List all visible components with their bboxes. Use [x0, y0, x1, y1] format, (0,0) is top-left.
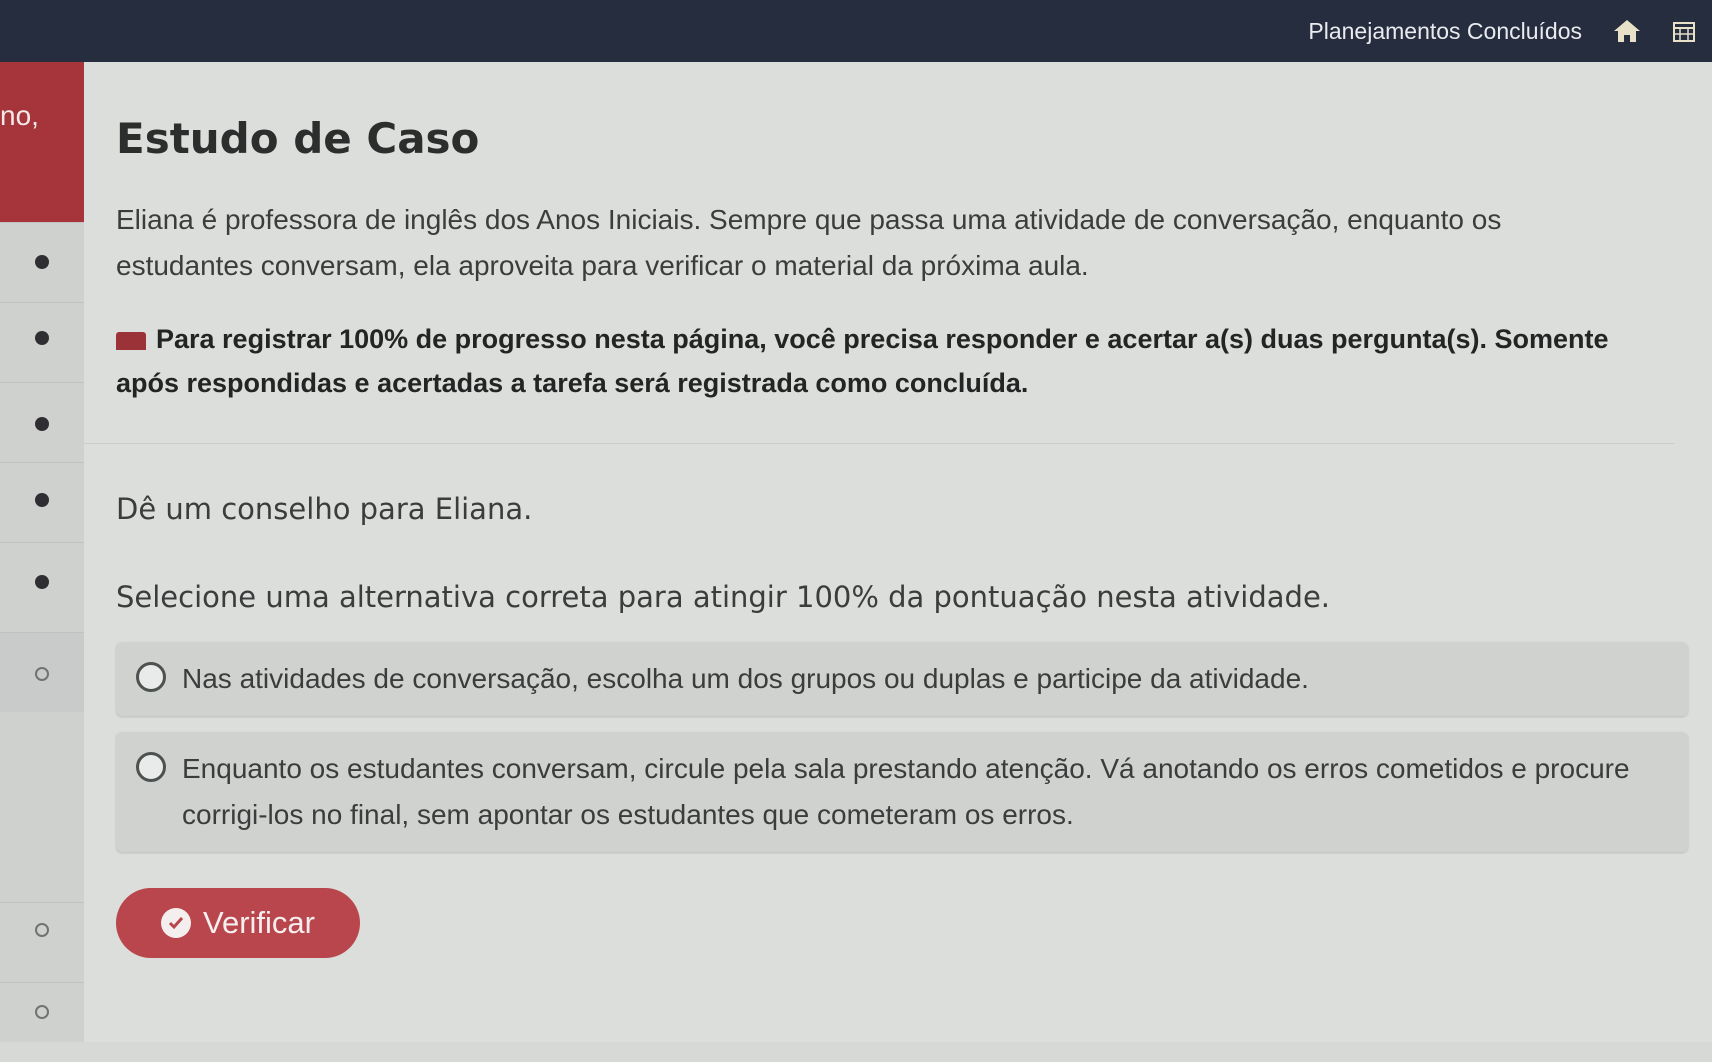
completed-step-dot	[35, 417, 49, 431]
sidebar-step-2[interactable]	[0, 302, 84, 382]
completed-step-dot	[35, 493, 49, 507]
pending-step-dot	[35, 923, 49, 937]
verify-button[interactable]: Verificar	[116, 888, 360, 958]
planejamentos-concluidos-link[interactable]: Planejamentos Concluídos	[1308, 18, 1582, 45]
radio-button[interactable]	[136, 662, 166, 692]
sidebar-header-text: no,	[0, 100, 39, 131]
sidebar-step-7[interactable]	[0, 902, 84, 982]
sidebar-step-5[interactable]	[0, 542, 84, 622]
question-text: Dê um conselho para Eliana.	[116, 492, 533, 526]
sidebar-header: no,	[0, 62, 84, 222]
section-divider	[84, 443, 1674, 444]
warning-icon	[116, 331, 146, 350]
completed-step-dot	[35, 255, 49, 269]
progress-notice: Para registrar 100% de progresso nesta p…	[116, 317, 1636, 405]
answer-option-1[interactable]: Nas atividades de conversação, escolha u…	[116, 642, 1688, 716]
home-icon[interactable]	[1612, 18, 1642, 44]
sidebar-step-6[interactable]	[0, 632, 84, 712]
completed-step-dot	[35, 331, 49, 345]
answer-option-text: Nas atividades de conversação, escolha u…	[182, 663, 1309, 694]
sidebar-step-8[interactable]	[0, 982, 84, 1062]
content-area: Estudo de Caso Eliana é professora de in…	[84, 62, 1712, 1042]
top-bar: Planejamentos Concluídos	[0, 0, 1712, 62]
calendar-icon[interactable]	[1672, 19, 1696, 43]
page-title: Estudo de Caso	[116, 114, 480, 163]
answer-option-2[interactable]: Enquanto os estudantes conversam, circul…	[116, 732, 1688, 852]
verify-button-label: Verificar	[203, 905, 315, 940]
sidebar-step-4[interactable]	[0, 462, 84, 542]
pending-step-dot	[35, 667, 49, 681]
check-circle-icon	[161, 908, 191, 938]
answer-option-text: Enquanto os estudantes conversam, circul…	[182, 753, 1630, 830]
pending-step-dot	[35, 1005, 49, 1019]
instruction-text: Selecione uma alternativa correta para a…	[116, 580, 1331, 614]
progress-sidebar: no,	[0, 62, 84, 1042]
sidebar-step-1[interactable]	[0, 222, 84, 302]
completed-step-dot	[35, 575, 49, 589]
progress-notice-text: Para registrar 100% de progresso nesta p…	[116, 324, 1609, 398]
case-description: Eliana é professora de inglês dos Anos I…	[116, 204, 1502, 281]
radio-button[interactable]	[136, 752, 166, 782]
sidebar-step-3[interactable]	[0, 382, 84, 462]
